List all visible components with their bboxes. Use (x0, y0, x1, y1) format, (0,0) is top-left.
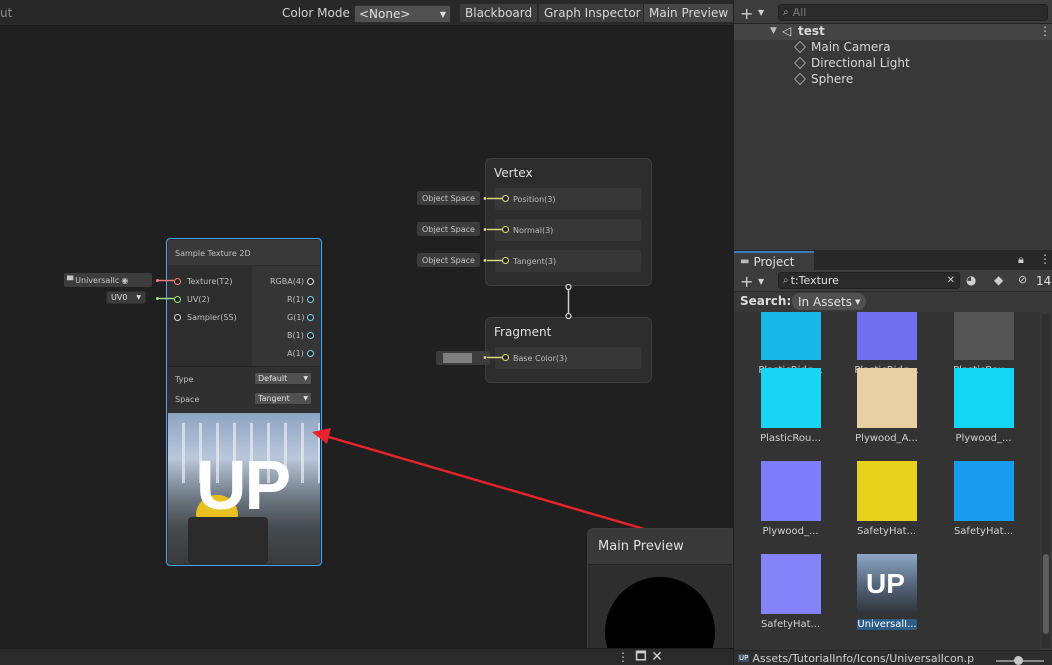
status-path: Assets/TutorialInfo/Icons/UniversalIcon.… (752, 651, 975, 665)
gameobject-cube-icon (794, 41, 806, 53)
project-search-value: t:Texture (790, 274, 839, 287)
project-search-input[interactable]: ⌕ t:Texture ✕ (778, 272, 960, 289)
thumbnail-size-slider[interactable] (996, 656, 1044, 665)
hierarchy-search-input[interactable]: ⌕ All (778, 4, 1048, 21)
gameobject-cube-icon (794, 57, 806, 69)
more-menu-icon[interactable]: ⋮ (1039, 252, 1051, 266)
slider-handle[interactable] (1014, 656, 1023, 665)
dot-position (483, 197, 487, 200)
close-icon[interactable]: ✕ (650, 649, 664, 665)
asset-label[interactable]: SafetyHat... (849, 526, 924, 537)
folder-icon: ▬ (740, 256, 750, 267)
project-tab-label: Project (753, 254, 795, 269)
asset-thumbnail[interactable] (857, 312, 917, 360)
asset-thumbnail[interactable] (761, 554, 821, 614)
dot-tangent (483, 259, 487, 262)
search-placeholder: All (792, 6, 807, 19)
filter-by-type-icon[interactable]: ◕ (966, 273, 976, 287)
link-dot-bottom (565, 312, 572, 320)
search-scope-label: Search: (740, 294, 792, 308)
main-preview-title: Main Preview (598, 539, 684, 554)
hidden-packages-icon[interactable]: ⊘ (1018, 273, 1027, 286)
status-asset-icon: UP (738, 654, 750, 662)
asset-label[interactable]: Plywood_... (753, 526, 828, 537)
main-preview-panel[interactable]: Main Preview (587, 528, 733, 665)
link-dot-top (565, 283, 572, 291)
more-menu-icon[interactable]: ⋮ (617, 650, 629, 664)
grid-scrollbar[interactable] (1042, 314, 1050, 648)
asset-label[interactable]: UniversalI... (857, 619, 917, 630)
asset-thumbnail[interactable] (857, 368, 917, 428)
chevron-down-icon: ▼ (855, 297, 861, 306)
asset-label[interactable]: SafetyHat... (753, 619, 828, 630)
chevron-down-icon[interactable]: ▼ (758, 277, 764, 286)
hierarchy-panel: + ▼ ⌕ All ▼ ◁ test ⋮ Main Camera Directi… (734, 0, 1052, 250)
shader-graph-canvas[interactable]: ut Color Mode <None> ▼ Blackboard Graph … (0, 0, 733, 665)
hierarchy-item-sphere[interactable]: Sphere (794, 72, 853, 86)
asset-label[interactable]: Plywood_... (946, 433, 1021, 444)
hidden-packages-count: 14 (1036, 274, 1052, 288)
filter-by-label-icon[interactable]: ◆ (994, 273, 1003, 287)
grid-scrollbar-thumb[interactable] (1043, 554, 1049, 634)
asset-thumbnail[interactable] (761, 312, 821, 360)
search-icon: ⌕ (783, 275, 789, 286)
asset-thumbnail[interactable] (761, 461, 821, 521)
maximize-icon[interactable]: 🗖 (634, 649, 648, 664)
hierarchy-item-directional-light[interactable]: Directional Light (794, 56, 910, 70)
gameobject-cube-icon (794, 73, 806, 85)
asset-thumbnail-text: UP (866, 568, 905, 599)
asset-thumbnail[interactable] (954, 312, 1014, 360)
lock-icon[interactable]: 🔒︎ (1018, 253, 1024, 267)
asset-thumbnail[interactable]: UP (857, 554, 917, 614)
asset-thumbnail[interactable] (761, 368, 821, 428)
scene-name: test (798, 24, 825, 38)
create-add-icon[interactable]: + (740, 272, 753, 291)
dot-normal (483, 228, 487, 231)
project-panel: ▬ Project 🔒︎ ⋮ + ▼ ⌕ t:Texture ✕ ◕ ◆ ⊘ 1… (734, 250, 1052, 665)
dot-base-color (483, 356, 487, 359)
search-scope-button[interactable]: In Assets ▼ (792, 293, 867, 310)
chevron-down-icon[interactable]: ▼ (758, 8, 764, 17)
search-icon: ⌕ (783, 7, 789, 18)
asset-thumbnail[interactable] (954, 461, 1014, 521)
asset-thumbnail[interactable] (857, 461, 917, 521)
drag-arrow-head (312, 428, 331, 444)
project-status-bar: UP Assets/TutorialInfo/Icons/UniversalIc… (734, 650, 1052, 665)
hierarchy-item-main-camera[interactable]: Main Camera (794, 40, 891, 54)
asset-label[interactable]: SafetyHat... (946, 526, 1021, 537)
clear-search-icon[interactable]: ✕ (947, 275, 955, 286)
asset-thumbnail[interactable] (954, 368, 1014, 428)
unity-scene-icon: ◁ (782, 24, 792, 38)
create-add-icon[interactable]: + (740, 4, 753, 23)
asset-label[interactable]: Plywood_A... (849, 433, 924, 444)
asset-grid: PlasticRidg...PlasticRidg...PlasticRou..… (734, 312, 1040, 650)
foldout-arrow-icon[interactable]: ▼ (770, 26, 777, 36)
asset-label[interactable]: PlasticRou... (753, 433, 828, 444)
project-tab[interactable]: ▬ Project (734, 251, 814, 270)
more-menu-icon[interactable]: ⋮ (1039, 24, 1051, 38)
